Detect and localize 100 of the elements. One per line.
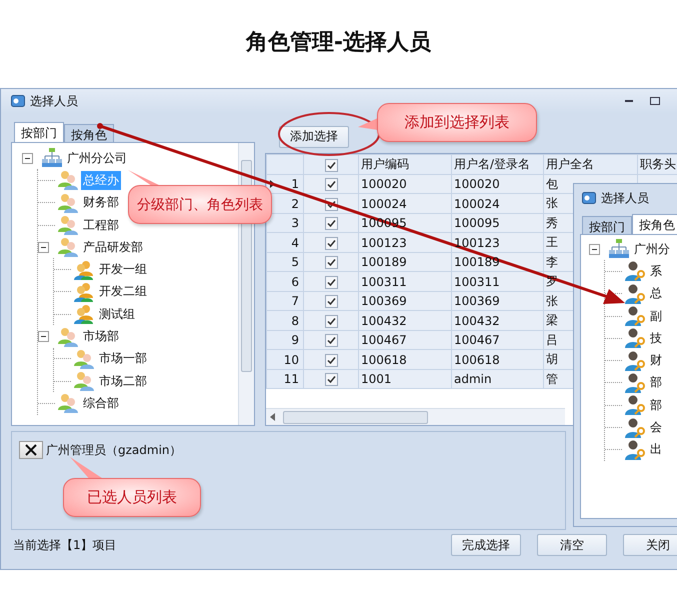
table-cell: 100189 [454, 255, 500, 270]
row-number: 1 [291, 177, 299, 192]
row-number: 8 [291, 314, 299, 328]
people-group-icon [57, 393, 79, 414]
tree-item[interactable]: 部 [648, 396, 664, 415]
table-cell: 秀 [546, 216, 558, 230]
status-text: 当前选择【1】项目 [13, 536, 118, 554]
table-cell: 100020 [454, 177, 500, 192]
table-cell: 梁 [546, 313, 558, 328]
user-key-icon [624, 328, 646, 348]
horizontal-scrollbar[interactable] [266, 408, 565, 425]
people-group-icon [57, 215, 79, 236]
people-group-icon [73, 304, 95, 324]
tab[interactable]: 按角色 [632, 214, 677, 234]
dialog-button[interactable]: 完成选择 [451, 534, 521, 556]
row-checkbox[interactable] [324, 178, 338, 192]
tab[interactable]: 按部门 [582, 216, 632, 234]
tab[interactable]: 按角色 [64, 124, 114, 142]
table-cell: 100311 [454, 274, 500, 289]
user-key-icon [624, 284, 646, 304]
tree-item[interactable]: 出 [648, 440, 664, 460]
people-group-icon [57, 192, 79, 213]
user-key-icon [624, 261, 646, 282]
x-icon [25, 444, 37, 456]
table-cell: 1001 [361, 372, 392, 386]
table-cell: 100123 [454, 236, 500, 250]
tree-item[interactable]: 财务部 [81, 193, 121, 212]
tree-item[interactable]: 市场二部 [97, 372, 149, 391]
tree-item[interactable]: 财 [648, 351, 664, 370]
tree-item[interactable]: 产品研发部 [81, 238, 145, 257]
table-cell: 100618 [454, 352, 500, 367]
tree-item[interactable]: 开发二组 [97, 282, 149, 302]
people-group-icon [73, 371, 95, 392]
tree-item[interactable]: 会 [648, 418, 664, 438]
tree-item[interactable]: 市场部 [81, 327, 121, 346]
table-cell: 100467 [361, 333, 407, 348]
collapse-toggle[interactable] [38, 331, 49, 342]
collapse-toggle[interactable] [22, 152, 33, 164]
tree-item[interactable]: 测试组 [97, 304, 137, 324]
people-group-icon [57, 237, 79, 258]
tree-item[interactable]: 系 [648, 262, 664, 281]
table-cell: 李 [546, 254, 558, 269]
row-number: 3 [291, 216, 299, 230]
table-cell: 王 [546, 235, 558, 250]
table-cell: 胡 [546, 352, 558, 366]
remove-button[interactable] [19, 441, 43, 459]
row-checkbox[interactable] [324, 334, 338, 348]
window-icon [11, 95, 25, 107]
row-checkbox[interactable] [324, 373, 338, 386]
table-cell: 100369 [361, 294, 407, 308]
table-cell: 100024 [454, 196, 500, 211]
user-key-icon [624, 372, 646, 393]
tree-item[interactable]: 工程部 [81, 216, 121, 235]
dialog-button[interactable]: 关闭 [623, 534, 677, 556]
dialog-button[interactable]: 清空 [537, 534, 607, 556]
row-checkbox[interactable] [324, 217, 338, 230]
row-number: 7 [291, 294, 299, 308]
tree-item[interactable]: 副 [648, 306, 664, 326]
tab[interactable]: 按部门 [14, 122, 64, 142]
tree-item[interactable]: 市场一部 [97, 349, 149, 368]
window-title: 选择人员 [30, 92, 79, 110]
table-cell: admin [454, 372, 492, 386]
table-cell: 100311 [361, 274, 407, 289]
tree-item[interactable]: 综合部 [81, 394, 121, 413]
window-icon [582, 192, 596, 204]
org-chart-icon [608, 239, 630, 260]
row-checkbox[interactable] [324, 256, 338, 270]
tree-item[interactable]: 开发一组 [97, 260, 149, 280]
user-key-icon [624, 306, 646, 326]
people-group-icon [73, 282, 95, 302]
table-cell: 100432 [454, 314, 500, 328]
collapse-toggle[interactable] [38, 242, 49, 253]
page-title: 角色管理-选择人员 [244, 29, 432, 57]
add-selection-button[interactable]: 添加选择 [279, 126, 349, 148]
row-checkbox[interactable] [324, 314, 338, 328]
row-checkbox[interactable] [324, 236, 338, 250]
table-cell: 吕 [546, 332, 558, 347]
table-cell: 100467 [454, 333, 500, 348]
callout: 已选人员列表 [63, 478, 201, 517]
row-checkbox[interactable] [324, 295, 338, 308]
row-number: 4 [291, 236, 299, 250]
table-cell: 100189 [361, 255, 407, 270]
table-cell: 100369 [454, 294, 500, 308]
table-cell: 张 [546, 294, 558, 308]
row-checkbox[interactable] [324, 354, 338, 367]
tree-item[interactable]: 广州分 [632, 240, 672, 259]
tree-item[interactable]: 广州分公司 [65, 148, 129, 168]
collapse-toggle[interactable] [589, 244, 600, 255]
tree-item[interactable]: 总 [648, 284, 664, 304]
row-number: 10 [284, 352, 299, 367]
org-chart-icon [41, 148, 63, 168]
callout: 添加到选择列表 [377, 103, 537, 142]
tree-item[interactable]: 部 [648, 373, 664, 392]
header-checkbox[interactable] [324, 158, 338, 172]
row-checkbox[interactable] [324, 276, 338, 289]
people-group-icon [73, 260, 95, 280]
table-cell: 100618 [361, 352, 407, 367]
callout-pointer [358, 118, 378, 130]
selected-person: 广州管理员（gzadmin） [46, 442, 182, 458]
tree-item[interactable]: 技 [648, 328, 664, 348]
